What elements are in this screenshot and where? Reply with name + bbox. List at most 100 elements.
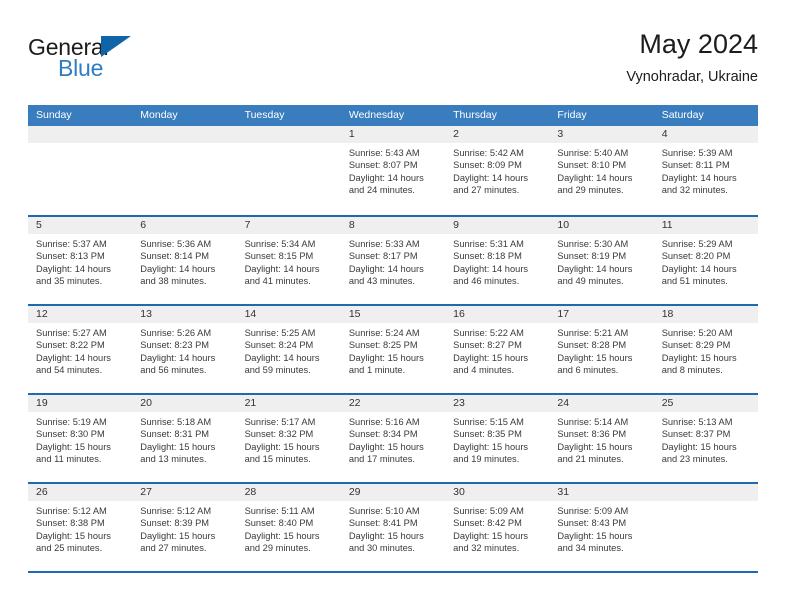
sunset-text: Sunset: 8:13 PM xyxy=(36,251,105,262)
daylight-text-line1: Daylight: 15 hours xyxy=(348,441,424,452)
calendar-day-cell[interactable]: 19 Sunrise: 5:19 AM Sunset: 8:30 PM Dayligh… xyxy=(28,395,133,482)
day-of-week-header: Tuesday xyxy=(244,109,285,121)
day-number-band: 21 xyxy=(236,395,341,412)
daylight-text-line2: and 17 minutes. xyxy=(348,454,415,465)
day-sun-info: Sunrise: 5:29 AM Sunset: 8:20 PM Daylight:… xyxy=(654,234,758,288)
calendar-day-cell[interactable]: 28 Sunrise: 5:11 AM Sunset: 8:40 PM Dayligh… xyxy=(236,484,341,571)
brand-logo[interactable]: General Blue xyxy=(28,34,258,90)
day-number-band: 27 xyxy=(132,484,237,501)
calendar-day-cell[interactable]: 14 Sunrise: 5:25 AM Sunset: 8:24 PM Dayligh… xyxy=(236,306,341,393)
calendar-day-cell[interactable]: 31 Sunrise: 5:09 AM Sunset: 8:43 PM Dayligh… xyxy=(549,484,654,571)
day-sun-info: Sunrise: 5:37 AM Sunset: 8:13 PM Daylight:… xyxy=(28,234,132,288)
calendar-day-cell[interactable]: 12 Sunrise: 5:27 AM Sunset: 8:22 PM Dayligh… xyxy=(28,306,133,393)
sunrise-text: Sunrise: 5:10 AM xyxy=(348,506,420,516)
day-number-band: 3 xyxy=(549,126,654,143)
calendar-day-cell[interactable]: 3 Sunrise: 5:40 AM Sunset: 8:10 PM Daylight… xyxy=(549,126,654,215)
day-sun-info: Sunrise: 5:34 AM Sunset: 8:15 PM Daylight:… xyxy=(237,234,341,288)
calendar-day-cell[interactable]: 20 Sunrise: 5:18 AM Sunset: 8:31 PM Dayligh… xyxy=(132,395,237,482)
day-number-band: 18 xyxy=(653,306,758,323)
day-number: 28 xyxy=(244,486,257,498)
calendar-day-cell[interactable]: 21 Sunrise: 5:17 AM Sunset: 8:32 PM Dayligh… xyxy=(236,395,341,482)
calendar-day-cell[interactable]: 4 Sunrise: 5:39 AM Sunset: 8:11 PM Daylight… xyxy=(653,126,758,215)
calendar-day-cell[interactable]: 9 Sunrise: 5:31 AM Sunset: 8:18 PM Daylight… xyxy=(445,217,550,304)
sunrise-text: Sunrise: 5:25 AM xyxy=(244,328,316,338)
day-sun-info: Sunrise: 5:18 AM Sunset: 8:31 PM Daylight:… xyxy=(132,412,236,466)
sunset-text: Sunset: 8:25 PM xyxy=(348,340,418,351)
sunrise-text: Sunrise: 5:37 AM xyxy=(36,239,107,249)
day-sun-info: Sunrise: 5:24 AM Sunset: 8:25 PM Daylight:… xyxy=(341,323,445,377)
title-block: May 2024 Vynohradar, Ukraine xyxy=(626,28,758,87)
daylight-text-line1: Daylight: 14 hours xyxy=(140,263,216,274)
sunrise-text: Sunrise: 5:21 AM xyxy=(557,328,629,338)
sunrise-text: Sunrise: 5:42 AM xyxy=(453,148,524,158)
calendar-day-cell[interactable]: 18 Sunrise: 5:20 AM Sunset: 8:29 PM Dayligh… xyxy=(653,306,758,393)
sunset-text: Sunset: 8:34 PM xyxy=(348,429,418,440)
day-number-band: 26 xyxy=(28,484,133,501)
calendar-week-row: 12 Sunrise: 5:27 AM Sunset: 8:22 PM Dayligh… xyxy=(28,304,758,393)
day-number-band: 4 xyxy=(653,126,758,143)
day-sun-info: Sunrise: 5:42 AM Sunset: 8:09 PM Daylight:… xyxy=(445,143,549,197)
calendar-day-cell[interactable]: 27 Sunrise: 5:12 AM Sunset: 8:39 PM Dayligh… xyxy=(132,484,237,571)
daylight-text-line2: and 4 minutes. xyxy=(453,365,515,376)
day-sun-info: Sunrise: 5:26 AM Sunset: 8:23 PM Daylight:… xyxy=(132,323,236,377)
daylight-text-line1: Daylight: 15 hours xyxy=(661,441,737,452)
sunset-text: Sunset: 8:24 PM xyxy=(244,340,314,351)
day-number: 1 xyxy=(348,128,355,140)
day-number-band xyxy=(132,126,237,143)
calendar-day-cell[interactable]: 25 Sunrise: 5:13 AM Sunset: 8:37 PM Dayligh… xyxy=(653,395,758,482)
calendar-day-cell[interactable]: 23 Sunrise: 5:15 AM Sunset: 8:35 PM Dayligh… xyxy=(445,395,550,482)
calendar-day-cell[interactable]: 30 Sunrise: 5:09 AM Sunset: 8:42 PM Dayligh… xyxy=(445,484,550,571)
daylight-text-line1: Daylight: 15 hours xyxy=(453,530,529,541)
sunrise-text: Sunrise: 5:18 AM xyxy=(140,417,212,427)
calendar-day-cell[interactable]: 22 Sunrise: 5:16 AM Sunset: 8:34 PM Dayligh… xyxy=(340,395,446,482)
day-sun-info: Sunrise: 5:11 AM Sunset: 8:40 PM Daylight:… xyxy=(237,501,341,555)
daylight-text-line2: and 19 minutes. xyxy=(453,454,520,465)
sunset-text: Sunset: 8:11 PM xyxy=(661,160,730,171)
daylight-text-line2: and 21 minutes. xyxy=(557,454,624,465)
sunrise-text: Sunrise: 5:40 AM xyxy=(557,148,629,158)
sunset-text: Sunset: 8:30 PM xyxy=(36,429,105,440)
calendar-day-cell[interactable]: 16 Sunrise: 5:22 AM Sunset: 8:27 PM Dayligh… xyxy=(445,306,550,393)
calendar-day-cell[interactable]: 24 Sunrise: 5:14 AM Sunset: 8:36 PM Dayligh… xyxy=(549,395,654,482)
sunrise-text: Sunrise: 5:13 AM xyxy=(661,417,733,427)
day-number-band: 16 xyxy=(445,306,550,323)
daylight-text-line2: and 32 minutes. xyxy=(661,185,728,196)
daylight-text-line1: Daylight: 14 hours xyxy=(140,352,216,363)
day-number-band xyxy=(28,126,133,143)
calendar-day-cell[interactable]: 26 Sunrise: 5:12 AM Sunset: 8:38 PM Dayligh… xyxy=(28,484,133,571)
calendar-day-cell[interactable]: 29 Sunrise: 5:10 AM Sunset: 8:41 PM Dayligh… xyxy=(340,484,446,571)
day-number-band: 10 xyxy=(549,217,654,234)
calendar-week-row: 5 Sunrise: 5:37 AM Sunset: 8:13 PM Daylight… xyxy=(28,215,758,304)
sunset-text: Sunset: 8:37 PM xyxy=(661,429,731,440)
sunset-text: Sunset: 8:35 PM xyxy=(453,429,522,440)
day-number-band: 6 xyxy=(132,217,237,234)
calendar-day-cell[interactable]: 17 Sunrise: 5:21 AM Sunset: 8:28 PM Dayligh… xyxy=(549,306,654,393)
calendar-day-cell[interactable]: 2 Sunrise: 5:42 AM Sunset: 8:09 PM Daylight… xyxy=(445,126,550,215)
sunrise-text: Sunrise: 5:16 AM xyxy=(348,417,420,427)
daylight-text-line2: and 13 minutes. xyxy=(140,454,207,465)
calendar-day-cell[interactable]: 11 Sunrise: 5:29 AM Sunset: 8:20 PM Dayligh… xyxy=(653,217,758,304)
calendar-day-cell[interactable]: 10 Sunrise: 5:30 AM Sunset: 8:19 PM Dayligh… xyxy=(549,217,654,304)
day-number-band: 2 xyxy=(445,126,550,143)
day-number-band: 19 xyxy=(28,395,133,412)
daylight-text-line2: and 11 minutes. xyxy=(36,454,102,465)
calendar-day-cell[interactable]: 15 Sunrise: 5:24 AM Sunset: 8:25 PM Dayligh… xyxy=(340,306,446,393)
calendar-day-cell[interactable]: 8 Sunrise: 5:33 AM Sunset: 8:17 PM Daylight… xyxy=(340,217,446,304)
daylight-text-line2: and 54 minutes. xyxy=(36,365,103,376)
sunrise-text: Sunrise: 5:29 AM xyxy=(661,239,733,249)
page-title: May 2024 xyxy=(639,29,758,59)
sunrise-text: Sunrise: 5:43 AM xyxy=(348,148,420,158)
calendar-day-cell[interactable]: 6 Sunrise: 5:36 AM Sunset: 8:14 PM Daylight… xyxy=(132,217,237,304)
sunset-text: Sunset: 8:39 PM xyxy=(140,518,210,529)
day-number: 26 xyxy=(36,486,48,498)
day-sun-info: Sunrise: 5:31 AM Sunset: 8:18 PM Daylight:… xyxy=(445,234,549,288)
calendar-day-cell[interactable]: 7 Sunrise: 5:34 AM Sunset: 8:15 PM Daylight… xyxy=(236,217,341,304)
calendar-day-cell[interactable]: 5 Sunrise: 5:37 AM Sunset: 8:13 PM Daylight… xyxy=(28,217,133,304)
day-number-band: 24 xyxy=(549,395,654,412)
calendar-day-cell[interactable]: 1 Sunrise: 5:43 AM Sunset: 8:07 PM Daylight… xyxy=(340,126,446,215)
day-number-band: 23 xyxy=(445,395,550,412)
blue-triangle-logo-icon xyxy=(101,36,131,57)
daylight-text-line1: Daylight: 14 hours xyxy=(348,263,424,274)
calendar-day-cell[interactable]: 13 Sunrise: 5:26 AM Sunset: 8:23 PM Dayligh… xyxy=(132,306,237,393)
day-number: 21 xyxy=(244,397,257,409)
